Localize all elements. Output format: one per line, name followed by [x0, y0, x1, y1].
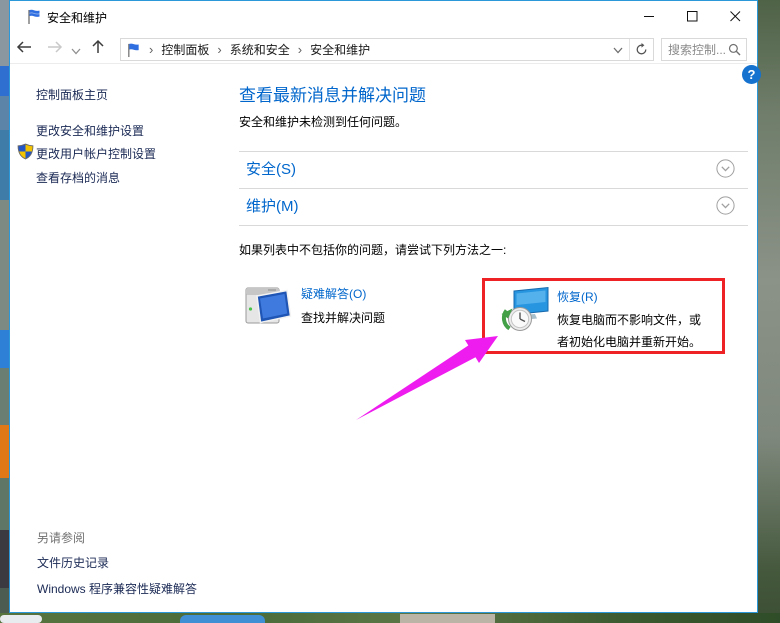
- window-title: 安全和维护: [47, 9, 107, 26]
- breadcrumb: › 控制面板 › 系统和安全 › 安全和维护: [141, 41, 607, 58]
- desktop-fragment: [0, 330, 9, 368]
- section-maintenance[interactable]: 维护(M): [246, 195, 299, 216]
- breadcrumb-separator: ›: [290, 42, 310, 57]
- maximize-button[interactable]: [671, 1, 714, 31]
- desktop-fragment: [0, 0, 9, 66]
- breadcrumb-separator: ›: [209, 42, 229, 57]
- sidebar-item-view-archived-messages[interactable]: 查看存档的消息: [36, 169, 120, 186]
- search-input[interactable]: [662, 43, 728, 57]
- expand-maintenance-icon[interactable]: [716, 196, 735, 215]
- titlebar[interactable]: 安全和维护: [10, 1, 757, 31]
- section-security[interactable]: 安全(S): [246, 158, 296, 179]
- breadcrumb-flag-icon: [121, 42, 141, 58]
- status-text: 安全和维护未检测到任何问题。: [239, 113, 407, 130]
- desktop-fragment: [0, 368, 9, 425]
- page-title: 查看最新消息并解决问题: [239, 81, 426, 106]
- desktop-fragment: [0, 96, 9, 130]
- suggestion-text: 如果列表中不包括你的问题，请尝试下列方法之一:: [239, 241, 506, 258]
- navigation-toolbar: › 控制面板 › 系统和安全 › 安全和维护: [10, 31, 757, 64]
- forward-button[interactable]: [46, 40, 63, 57]
- security-flag-icon: [26, 8, 42, 28]
- help-icon[interactable]: ?: [742, 65, 761, 84]
- sidebar-item-change-settings[interactable]: 更改安全和维护设置: [36, 122, 144, 139]
- recent-pages-dropdown-icon[interactable]: [71, 44, 81, 58]
- desktop-fragment: [0, 66, 9, 96]
- up-button[interactable]: [91, 39, 105, 58]
- desktop-right-edge: [758, 0, 780, 623]
- security-and-maintenance-window: 安全和维护: [9, 0, 758, 613]
- desktop-fragment: [0, 615, 42, 623]
- desktop-left-edge: [0, 0, 9, 623]
- recovery-icon[interactable]: [501, 286, 551, 339]
- desktop-bottom-edge: [0, 613, 780, 623]
- troubleshooting-link[interactable]: 疑难解答(O): [301, 285, 366, 302]
- recovery-description: 恢复电脑而不影响文件，或者初始化电脑并重新开始。: [557, 309, 709, 353]
- troubleshooting-description: 查找并解决问题: [301, 309, 385, 326]
- desktop-fragment: [0, 200, 9, 330]
- desktop-fragment: [0, 130, 9, 200]
- search-box[interactable]: [661, 38, 747, 61]
- desktop-fragment: [0, 530, 9, 588]
- breadcrumb-control-panel[interactable]: 控制面板: [161, 41, 209, 58]
- window-controls: [628, 1, 757, 31]
- desktop-background: 安全和维护: [0, 0, 780, 623]
- breadcrumb-system-and-security[interactable]: 系统和安全: [230, 41, 290, 58]
- refresh-icon[interactable]: [629, 39, 653, 60]
- recovery-link[interactable]: 恢复(R): [557, 288, 598, 305]
- troubleshooting-icon[interactable]: [244, 283, 292, 333]
- back-button[interactable]: [16, 40, 33, 57]
- desktop-fragment: [0, 425, 9, 478]
- address-bar[interactable]: › 控制面板 › 系统和安全 › 安全和维护: [120, 38, 654, 61]
- close-button[interactable]: [714, 1, 757, 31]
- divider: [239, 225, 748, 226]
- see-also-program-compatibility[interactable]: Windows 程序兼容性疑难解答: [37, 580, 197, 597]
- see-also-header: 另请参阅: [37, 529, 85, 546]
- desktop-fragment: [400, 614, 495, 623]
- desktop-fragment: [180, 615, 265, 623]
- see-also-file-history[interactable]: 文件历史记录: [37, 554, 109, 571]
- uac-shield-icon: [17, 143, 34, 163]
- breadcrumb-security-and-maintenance[interactable]: 安全和维护: [310, 41, 370, 58]
- divider: [239, 151, 748, 152]
- breadcrumb-separator: ›: [141, 42, 161, 57]
- sidebar-item-change-uac-settings[interactable]: 更改用户帐户控制设置: [36, 145, 156, 162]
- minimize-button[interactable]: [628, 1, 671, 31]
- sidebar-item-control-panel-home[interactable]: 控制面板主页: [36, 86, 108, 103]
- desktop-fragment: [0, 478, 9, 530]
- expand-security-icon[interactable]: [716, 159, 735, 178]
- address-dropdown-icon[interactable]: [607, 43, 629, 57]
- search-icon[interactable]: [728, 43, 746, 56]
- divider: [239, 188, 748, 189]
